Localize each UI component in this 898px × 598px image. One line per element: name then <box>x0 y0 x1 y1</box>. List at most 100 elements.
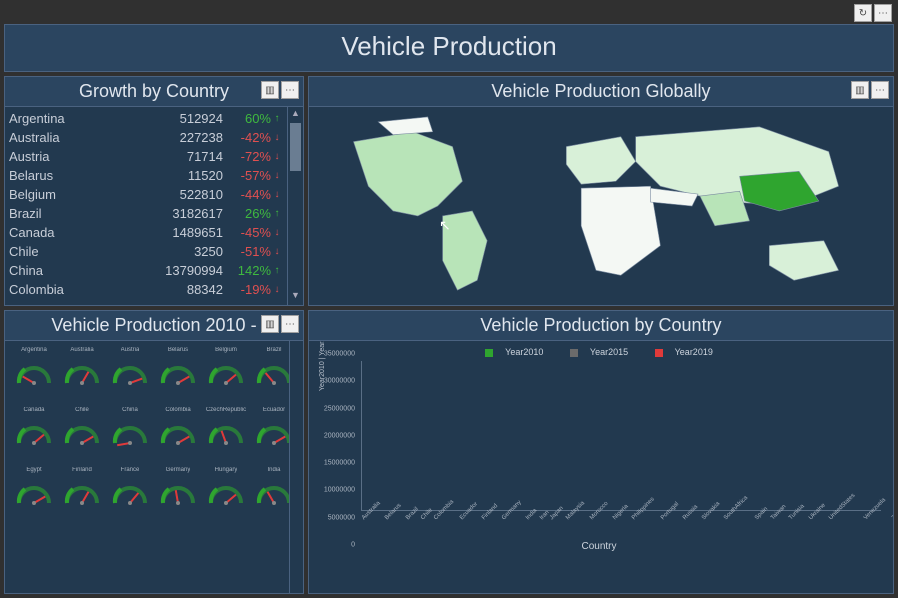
growth-row[interactable]: China13790994142%↑ <box>9 261 283 280</box>
scroll-up-icon[interactable]: ▲ <box>288 108 303 122</box>
growth-pct: 26% <box>223 206 271 221</box>
growth-arrow-icon: ↓ <box>271 189 283 200</box>
growth-chart-button[interactable]: ▥ <box>261 81 279 99</box>
growth-row[interactable]: Belarus11520-57%↓ <box>9 166 283 185</box>
growth-scrollbar[interactable]: ▲ ▼ <box>287 107 303 305</box>
gauge-dial <box>63 417 101 447</box>
y-tick-label: 15000000 <box>324 460 355 467</box>
growth-list: Argentina51292460%↑Australia227238-42%↓A… <box>5 107 287 305</box>
gauge-label: Egypt <box>26 467 41 477</box>
x-labels: AustraliaBelarusBrazilChileColombiaEcuad… <box>361 511 881 539</box>
barchart-legend: Year2010 Year2015 Year2019 <box>313 345 885 361</box>
growth-value: 3250 <box>149 244 223 259</box>
growth-row[interactable]: Chile3250-51%↓ <box>9 242 283 261</box>
gauge[interactable]: Hungary <box>203 467 249 525</box>
growth-arrow-icon: ↓ <box>271 284 283 295</box>
growth-row[interactable]: Brazil318261726%↑ <box>9 204 283 223</box>
growth-row[interactable]: Belgium522810-44%↓ <box>9 185 283 204</box>
gauge-label: France <box>121 467 140 477</box>
gauge-scrollbar[interactable] <box>289 341 303 593</box>
gauge-label: Hungary <box>215 467 238 477</box>
gauge-label: Argentina <box>21 347 47 357</box>
gauge-label: Brazil <box>266 347 281 357</box>
gauge-dial <box>111 477 149 507</box>
gauge[interactable]: Canada <box>11 407 57 465</box>
gauge[interactable]: Finland <box>59 467 105 525</box>
world-map[interactable]: ↖ <box>309 107 893 305</box>
map-svg <box>309 107 893 305</box>
gauge[interactable]: Colombia <box>155 407 201 465</box>
growth-arrow-icon: ↑ <box>271 208 283 219</box>
gauge-dial <box>159 417 197 447</box>
map-chart-button[interactable]: ▥ <box>851 81 869 99</box>
growth-country: Argentina <box>9 111 149 126</box>
gauge[interactable]: Australia <box>59 347 105 405</box>
x-axis-label: Country <box>313 539 885 552</box>
gauge-label: CzechRepublic <box>206 407 246 417</box>
growth-value: 71714 <box>149 149 223 164</box>
growth-value: 3182617 <box>149 206 223 221</box>
barchart-title-text: Vehicle Production by Country <box>480 315 721 335</box>
gauge-label: Chile <box>75 407 89 417</box>
growth-row[interactable]: Austria71714-72%↓ <box>9 147 283 166</box>
growth-pct: -51% <box>223 244 271 259</box>
gauge-dial <box>159 357 197 387</box>
legend-swatch-2010 <box>485 349 493 357</box>
gauges-chart-button[interactable]: ▥ <box>261 315 279 333</box>
gauges-more-button[interactable]: ⋯ <box>281 315 299 333</box>
growth-value: 512924 <box>149 111 223 126</box>
growth-more-button[interactable]: ⋯ <box>281 81 299 99</box>
growth-row[interactable]: Australia227238-42%↓ <box>9 128 283 147</box>
growth-country: Australia <box>9 130 149 145</box>
gauge-dial <box>255 477 293 507</box>
gauge[interactable]: Belarus <box>155 347 201 405</box>
growth-pct: -42% <box>223 130 271 145</box>
growth-row[interactable]: Colombia88342-19%↓ <box>9 280 283 299</box>
gauge-label: Belgium <box>215 347 237 357</box>
barchart-area[interactable] <box>361 361 881 511</box>
gauge[interactable]: France <box>107 467 153 525</box>
map-australia <box>769 241 838 281</box>
gauge[interactable]: Chile <box>59 407 105 465</box>
gauge-label: Belarus <box>168 347 188 357</box>
y-tick-label: 30000000 <box>324 378 355 385</box>
gauge[interactable]: Belgium <box>203 347 249 405</box>
gauge[interactable]: Egypt <box>11 467 57 525</box>
gauge-dial <box>63 357 101 387</box>
growth-pct: -72% <box>223 149 271 164</box>
refresh-button[interactable]: ↻ <box>854 4 872 22</box>
growth-country: Belarus <box>9 168 149 183</box>
growth-arrow-icon: ↓ <box>271 132 283 143</box>
growth-arrow-icon: ↓ <box>271 246 283 257</box>
growth-country: Belgium <box>9 187 149 202</box>
y-tick-label: 25000000 <box>324 405 355 412</box>
gauge-label: Finland <box>72 467 92 477</box>
map-more-button[interactable]: ⋯ <box>871 81 889 99</box>
growth-row[interactable]: Canada1489651-45%↓ <box>9 223 283 242</box>
gauge[interactable]: Argentina <box>11 347 57 405</box>
gauge[interactable]: CzechRepublic <box>203 407 249 465</box>
gauge-dial <box>255 417 293 447</box>
growth-row[interactable]: Argentina51292460%↑ <box>9 109 283 128</box>
gauge[interactable]: China <box>107 407 153 465</box>
legend-label-2015: Year2015 <box>590 347 628 357</box>
gauge-label: India <box>267 467 280 477</box>
map-title-text: Vehicle Production Globally <box>491 81 710 101</box>
gauge-label: Colombia <box>165 407 190 417</box>
growth-country: China <box>9 263 149 278</box>
gauge[interactable]: Austria <box>107 347 153 405</box>
cursor-icon: ↖ <box>439 217 451 234</box>
growth-arrow-icon: ↓ <box>271 227 283 238</box>
y-tick-label: 5000000 <box>328 514 355 521</box>
gauge-dial <box>15 417 53 447</box>
scroll-thumb[interactable] <box>290 123 301 171</box>
more-button[interactable]: ⋯ <box>874 4 892 22</box>
growth-panel: Growth by Country ▥ ⋯ Argentina51292460%… <box>4 76 304 306</box>
growth-pct: 142% <box>223 263 271 278</box>
legend-label-2019: Year2019 <box>675 347 713 357</box>
gauge-dial <box>15 477 53 507</box>
scroll-down-icon[interactable]: ▼ <box>288 290 303 304</box>
growth-pct: -19% <box>223 282 271 297</box>
gauge[interactable]: Germany <box>155 467 201 525</box>
y-tick-label: 20000000 <box>324 432 355 439</box>
